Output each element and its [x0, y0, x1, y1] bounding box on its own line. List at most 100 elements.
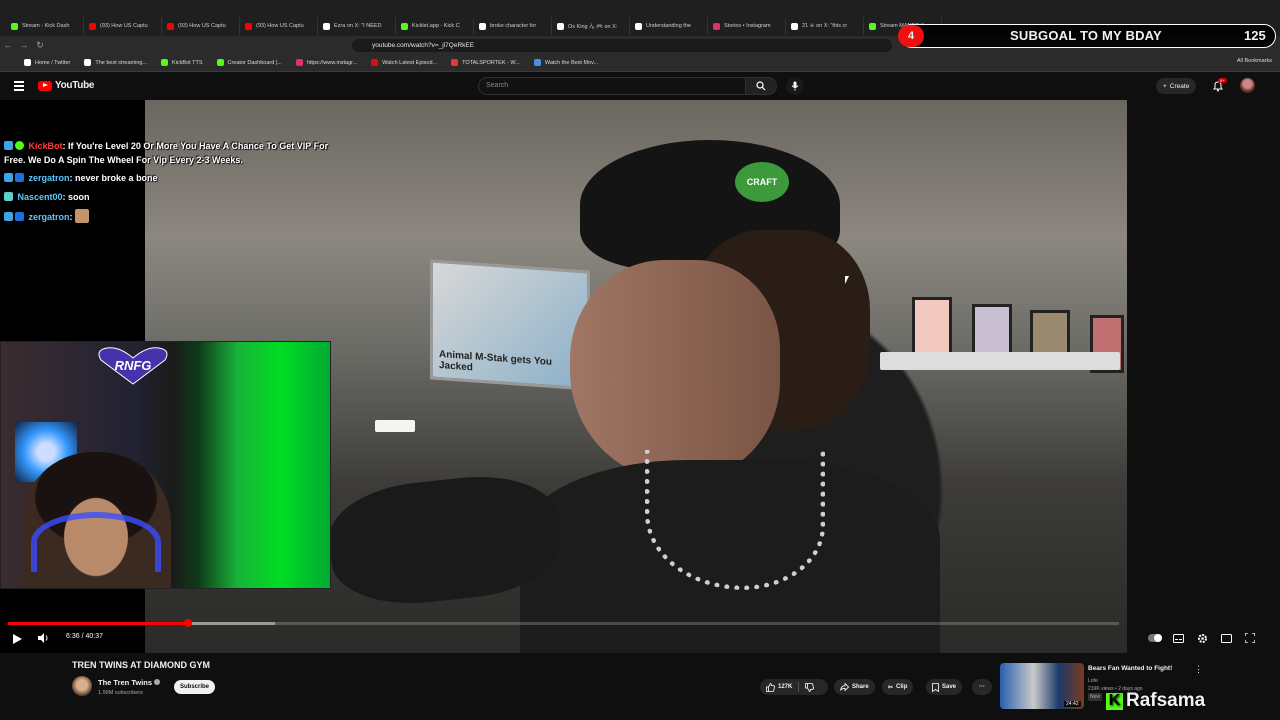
bookmark-item[interactable]: TOTALSPORTEK - W... [451, 59, 520, 66]
youtube-logo-text: YouTube [55, 80, 95, 91]
tab-label: Understanding the [646, 23, 691, 29]
subscriber-badge-icon [15, 173, 24, 182]
bookmark-item[interactable]: Home / Twitter [24, 59, 70, 66]
subgoal-target: 125 [1244, 28, 1266, 43]
browser-tab[interactable]: (93) How US Captu [84, 17, 162, 35]
bookmark-item[interactable]: Watch Latest Episod... [371, 59, 437, 66]
browser-tab[interactable]: (93) How US Captu [240, 17, 318, 35]
recommended-video-title[interactable]: Bears Fan Wanted to Fight! [1088, 665, 1172, 672]
browser-tab[interactable]: 21 ☠ on X: "this cr [786, 17, 864, 35]
bookmark-item[interactable]: KickBot TTS [161, 59, 203, 66]
heart-logo-icon: RNFG [98, 347, 168, 385]
tab-label: broke character for [490, 23, 537, 29]
tab-favicon-icon [167, 22, 174, 30]
new-badge: New [1088, 693, 1103, 701]
headphones [31, 512, 161, 572]
like-count: 127K [778, 684, 793, 690]
face [570, 260, 780, 480]
channel-name[interactable]: The Tren Twins [98, 678, 161, 687]
bookmark-item[interactable]: https://www.instagr... [295, 59, 357, 66]
channel-avatar[interactable] [72, 676, 92, 696]
bookmarks-bar: Home / Twitter The best streaming... KickB… [0, 54, 1280, 72]
mouse-cursor-icon [845, 276, 849, 284]
kick-channel-brand: K Rafsama [1106, 690, 1205, 712]
like-button[interactable]: 127K [766, 682, 793, 692]
play-icon[interactable] [13, 634, 22, 644]
search-icon [756, 81, 766, 91]
theater-mode-icon[interactable] [1221, 634, 1232, 643]
browser-tab[interactable]: Kicklet.app - Kick C [396, 17, 474, 35]
thumbs-down-icon[interactable] [805, 682, 815, 692]
share-label: Share [852, 684, 869, 690]
bookmark-label: The best streaming... [95, 59, 148, 66]
tab-favicon-icon [557, 22, 564, 30]
bookmark-item[interactable]: Watch the Best Mov... [533, 59, 599, 66]
browser-tab[interactable]: (93) How US Captu [162, 17, 240, 35]
tab-label: (93) How US Captu [100, 23, 148, 29]
recommended-video-duration: 24:42 [1064, 701, 1081, 707]
kick-channel-name: Rafsama [1126, 690, 1206, 711]
autoplay-knob [1154, 634, 1162, 642]
search-input[interactable]: Search [478, 77, 746, 95]
browser-tab[interactable]: Ox King ん 🎮 on X: [552, 17, 630, 35]
browser-tab[interactable]: Understanding the [630, 17, 708, 35]
tab-favicon-icon [713, 22, 720, 30]
tab-label: (93) How US Captu [178, 23, 226, 29]
share-button[interactable]: Share [834, 679, 875, 695]
bookmark-label: Creator Dashboard |... [227, 59, 282, 66]
youtube-logo[interactable]: YouTube [38, 80, 95, 91]
menu-icon[interactable] [14, 81, 24, 91]
more-vertical-icon[interactable]: ⋮ [1194, 664, 1203, 675]
browser-tab[interactable]: Stream - Kick Dash [6, 17, 84, 35]
bookmark-favicon-icon [216, 59, 224, 66]
divider [798, 682, 800, 692]
volume-icon[interactable] [38, 633, 49, 643]
chat-text: never broke a bone [75, 173, 158, 183]
tab-favicon-icon [401, 22, 408, 30]
browser-tab[interactable]: Stories • Instagram [708, 17, 786, 35]
notification-count: 9+ [1218, 78, 1227, 83]
forward-icon[interactable]: → [16, 40, 32, 50]
bookmark-label: KickBot TTS [172, 59, 203, 66]
create-button[interactable]: + Create [1156, 78, 1197, 94]
all-bookmarks[interactable]: All Bookmarks [1237, 58, 1272, 64]
bookmark-label: Home / Twitter [35, 59, 71, 66]
tab-favicon-icon [869, 22, 876, 30]
ceiling-light [375, 420, 415, 432]
bookmark-favicon-icon [533, 59, 541, 66]
search-button[interactable] [745, 77, 777, 95]
tab-favicon-icon [791, 22, 798, 30]
account-avatar[interactable] [1240, 78, 1255, 93]
create-label: Create [1169, 82, 1190, 90]
more-horizontal-icon: ··· [979, 684, 985, 690]
subscribe-button[interactable]: Subscribe [174, 680, 216, 694]
microphone-icon [791, 81, 799, 91]
chat-username: zergatron [28, 212, 70, 222]
chat-username: KickBot [28, 141, 63, 151]
tab-label: (93) How US Captu [256, 23, 304, 29]
subtitles-icon[interactable] [1173, 634, 1184, 643]
reload-icon[interactable]: ↻ [32, 40, 48, 51]
bookmark-item[interactable]: The best streaming... [84, 59, 147, 66]
back-icon[interactable]: ← [0, 40, 16, 50]
browser-tab[interactable]: broke character for [474, 17, 552, 35]
chat-message: zergatron: never broke a bone [4, 172, 334, 186]
bookmark-favicon-icon [451, 59, 459, 66]
bookmark-favicon-icon [371, 59, 379, 66]
voice-search-button[interactable] [786, 77, 804, 95]
address-bar-url: youtube.com/watch?v=_jl7QeRkEE [372, 42, 475, 49]
bookmark-label: Watch the Best Mov... [544, 59, 599, 66]
more-actions-button[interactable]: ··· [972, 679, 992, 695]
badge-icon [4, 191, 13, 201]
fullscreen-icon[interactable] [1245, 633, 1255, 643]
settings-gear-icon[interactable] [1197, 633, 1208, 644]
clip-button[interactable]: ✂ Clip [882, 679, 914, 695]
address-bar[interactable]: youtube.com/watch?v=_jl7QeRkEE [352, 39, 892, 52]
progress-scrubber[interactable] [183, 619, 192, 627]
tab-label: 21 ☠ on X: "this cr [802, 23, 848, 29]
autoplay-toggle[interactable] [1148, 634, 1162, 642]
browser-tab[interactable]: Ezra on X: "I NEED [318, 17, 396, 35]
save-button[interactable]: Save [926, 679, 963, 695]
bookmark-item[interactable]: Creator Dashboard |... [216, 59, 282, 66]
verified-check-icon [154, 679, 161, 685]
